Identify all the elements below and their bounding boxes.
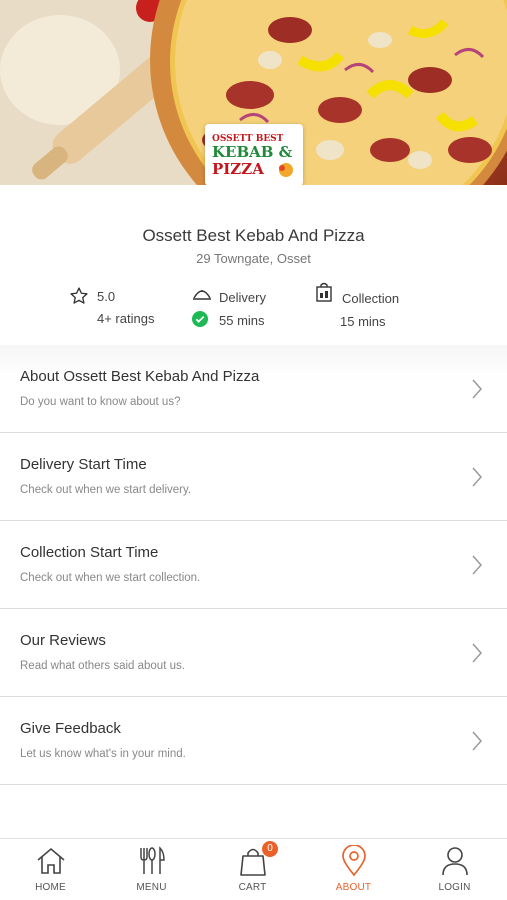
check-circle-icon: [192, 311, 208, 327]
user-icon: [441, 847, 468, 876]
bottom-nav: HOME MENU 0 CART ABOUT LOGIN: [0, 838, 507, 900]
nav-label: CART: [238, 882, 267, 893]
list-item-subtitle: Check out when we start delivery.: [20, 484, 192, 496]
menu-utensils-icon: [139, 846, 165, 874]
list-item-feedback[interactable]: Give Feedback Let us know what's in your…: [0, 697, 507, 785]
about-options-list: About Ossett Best Kebab And Pizza Do you…: [0, 345, 507, 785]
restaurant-logo: OSSETT BEST KEBAB & PIZZA: [205, 124, 303, 185]
list-item-delivery-start[interactable]: Delivery Start Time Check out when we st…: [0, 433, 507, 521]
rating-count: 4+ ratings: [97, 311, 155, 326]
logo-line3: PIZZA: [212, 160, 264, 178]
list-item-title: Our Reviews: [20, 632, 106, 649]
nav-label: HOME: [35, 882, 66, 893]
list-item-title: About Ossett Best Kebab And Pizza: [20, 368, 260, 385]
collection-label: Collection: [342, 291, 400, 306]
list-item-subtitle: Read what others said about us.: [20, 660, 185, 672]
hero-banner: OSSETT BEST KEBAB & PIZZA: [0, 0, 507, 185]
cart-count-badge: 0: [262, 841, 278, 857]
nav-menu[interactable]: MENU: [101, 839, 202, 900]
list-item-title: Delivery Start Time: [20, 456, 147, 473]
chevron-right-icon: [472, 467, 483, 487]
chevron-right-icon: [472, 379, 483, 399]
star-icon: [70, 287, 88, 304]
nav-login[interactable]: LOGIN: [404, 839, 505, 900]
chevron-right-icon: [472, 643, 483, 663]
store-address: 29 Towngate, Osset: [196, 251, 311, 266]
location-pin-icon: [341, 845, 366, 877]
list-item-subtitle: Check out when we start collection.: [20, 572, 201, 584]
home-icon: [36, 847, 65, 874]
collection-time: 15 mins: [340, 314, 386, 329]
list-item-reviews[interactable]: Our Reviews Read what others said about …: [0, 609, 507, 697]
delivery-label: Delivery: [219, 290, 266, 305]
nav-label: ABOUT: [335, 882, 372, 893]
store-name: Ossett Best Kebab And Pizza: [142, 226, 365, 245]
list-item-collection-start[interactable]: Collection Start Time Check out when we …: [0, 521, 507, 609]
list-item-title: Give Feedback: [20, 720, 121, 737]
store-info: Ossett Best Kebab And Pizza 29 Towngate,…: [0, 185, 507, 345]
delivery-dish-icon: [193, 290, 211, 300]
list-item-subtitle: Do you want to know about us?: [20, 396, 181, 408]
chevron-right-icon: [472, 731, 483, 751]
list-item-subtitle: Let us know what's in your mind.: [20, 748, 186, 760]
rating-value: 5.0: [97, 289, 116, 304]
nav-home[interactable]: HOME: [0, 839, 101, 900]
collection-bag-icon: [316, 282, 332, 302]
list-item-title: Collection Start Time: [20, 544, 159, 561]
chevron-right-icon: [472, 555, 483, 575]
logo-line2: KEBAB &: [212, 143, 293, 161]
delivery-time: 55 mins: [219, 313, 265, 328]
nav-label: LOGIN: [438, 882, 471, 893]
list-item-about[interactable]: About Ossett Best Kebab And Pizza Do you…: [0, 345, 507, 433]
nav-about[interactable]: ABOUT: [303, 839, 404, 900]
nav-label: MENU: [136, 882, 167, 893]
nav-cart[interactable]: 0 CART: [202, 839, 303, 900]
